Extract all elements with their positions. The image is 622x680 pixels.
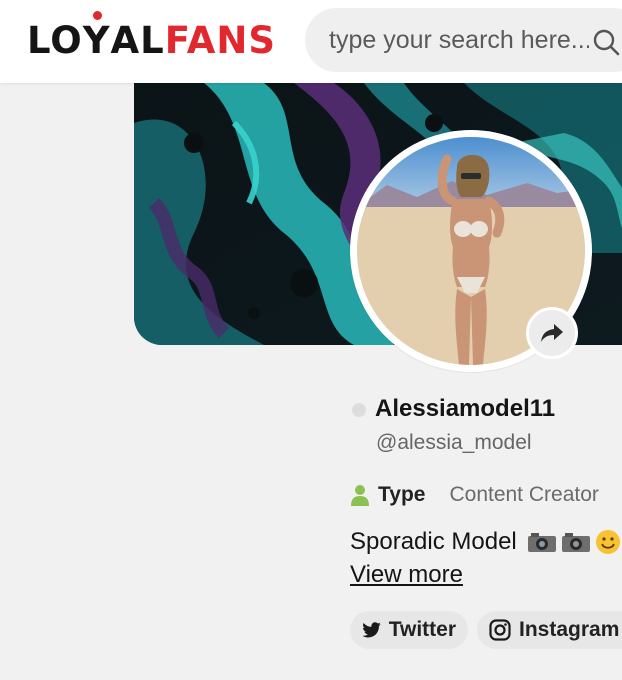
logo-text-lo: LO	[27, 18, 83, 62]
twitter-label: Twitter	[388, 618, 456, 641]
profile-handle: @alessia_model	[376, 431, 532, 454]
view-more-link[interactable]: View more	[350, 561, 463, 589]
profile-bio: Sporadic Model	[350, 528, 621, 556]
instagram-icon	[489, 619, 511, 641]
profile-display-name: Alessiamodel11	[375, 395, 556, 422]
logo-text-al: AL	[110, 18, 165, 62]
twitter-icon	[362, 622, 381, 638]
camera-emoji-icon	[561, 533, 590, 552]
share-icon	[541, 324, 563, 342]
logo-y-dot	[92, 10, 102, 20]
type-value: Content Creator	[449, 483, 599, 506]
share-button[interactable]	[526, 307, 578, 359]
online-status-dot	[352, 403, 366, 417]
loyalfans-logo[interactable]: LO Y AL FANS	[27, 10, 277, 62]
top-header: LO Y AL FANS	[0, 0, 622, 83]
bio-text: Sporadic Model	[350, 528, 517, 555]
search-bar	[305, 8, 622, 72]
logo-text-fans: FANS	[164, 18, 277, 62]
search-icon[interactable]	[592, 28, 620, 56]
profile-type-row: Type Content Creator	[350, 481, 599, 509]
logo-text-y: Y	[83, 10, 111, 62]
instagram-label: Instagram	[519, 618, 620, 641]
type-label: Type	[378, 483, 426, 506]
search-input[interactable]	[327, 22, 591, 58]
smiling-face-emoji-icon	[595, 530, 620, 554]
instagram-button[interactable]: Instagram	[477, 611, 622, 649]
person-icon	[351, 485, 369, 506]
twitter-button[interactable]: Twitter	[350, 611, 468, 649]
camera-emoji-icon	[527, 533, 556, 552]
